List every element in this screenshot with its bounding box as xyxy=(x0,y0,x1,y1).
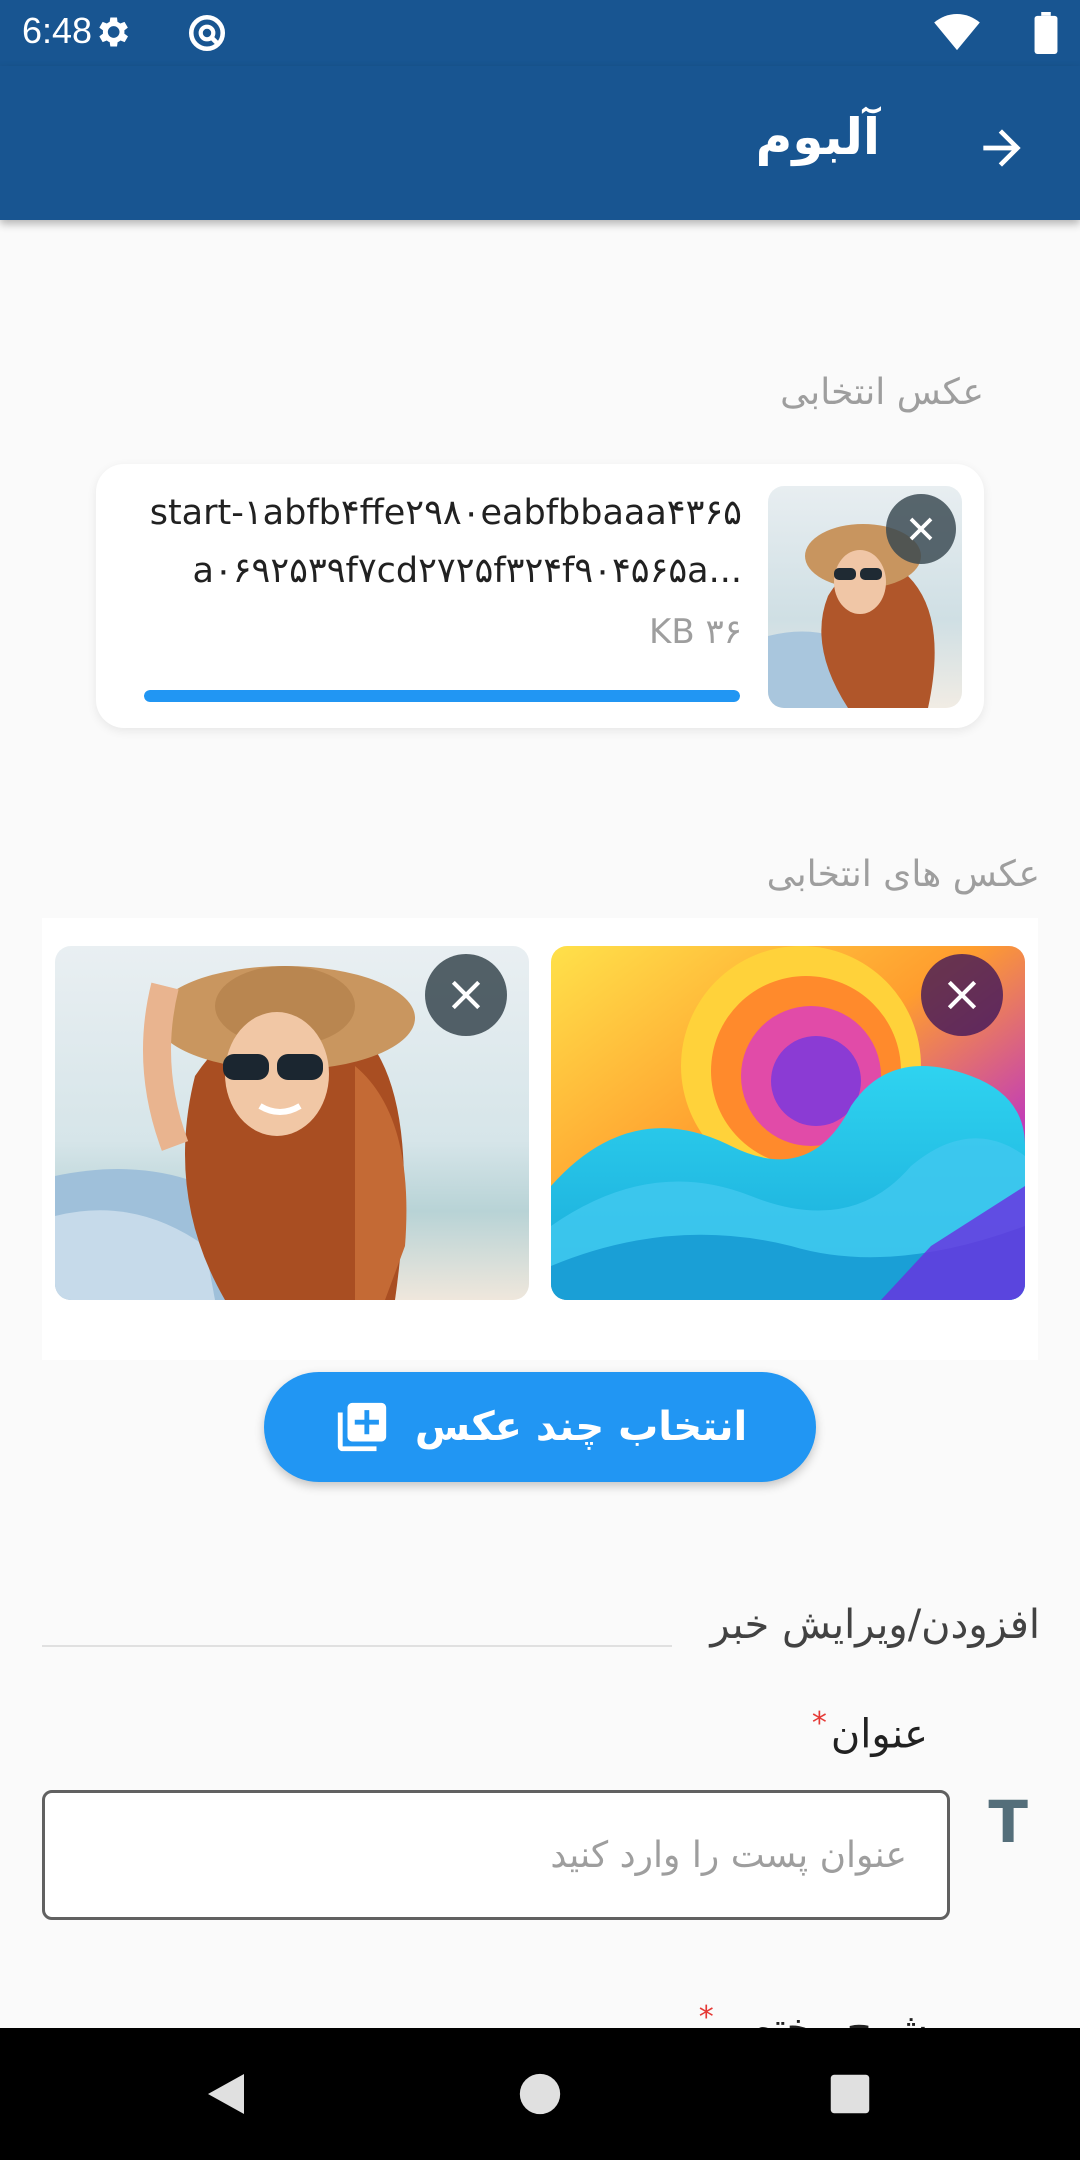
selected-photo-label: عکس انتخابی xyxy=(780,372,984,413)
status-time: 6:48 xyxy=(22,10,93,51)
triangle-back-icon xyxy=(208,2074,244,2114)
navigation-bar xyxy=(0,2028,1080,2160)
text-title-icon: T xyxy=(988,1788,1028,1856)
selected-photos-label: عکس های انتخابی xyxy=(766,854,1040,895)
back-button[interactable] xyxy=(964,110,1040,186)
upload-progress-bar xyxy=(144,690,740,702)
form-heading: افزودن/ویرایش خبر xyxy=(710,1602,1040,1648)
upload-progress-fill xyxy=(144,690,740,702)
upload-thumbnail[interactable] xyxy=(768,486,962,708)
gallery-photo-woman[interactable] xyxy=(55,946,529,1300)
file-name: start-۱abfb۴ffe۲۹۸۰eabfbbaaa۴۳۶۵a۰۶۹۲۵۳۹… xyxy=(149,493,742,591)
title-label-text: عنوان xyxy=(830,1711,928,1758)
select-multiple-label: انتخاب چند عکس xyxy=(414,1404,748,1450)
remove-upload-button[interactable] xyxy=(886,494,956,564)
nav-recents-button[interactable] xyxy=(820,2064,880,2124)
gallery-photo-abstract[interactable] xyxy=(551,946,1025,1300)
close-icon xyxy=(451,980,481,1010)
sync-icon xyxy=(186,12,228,58)
select-multiple-photos-button[interactable]: انتخاب چند عکس xyxy=(264,1372,816,1482)
square-recents-icon xyxy=(830,2074,870,2114)
remove-photo-button[interactable] xyxy=(921,954,1003,1036)
title-field-label: عنوان* xyxy=(812,1706,928,1757)
upload-card: start-۱abfb۴ffe۲۹۸۰eabfbbaaa۴۳۶۵a۰۶۹۲۵۳۹… xyxy=(96,464,984,728)
remove-photo-button[interactable] xyxy=(425,954,507,1036)
nav-back-button[interactable] xyxy=(196,2064,256,2124)
battery-icon xyxy=(1034,12,1058,58)
status-bar: 6:48 xyxy=(0,0,1080,66)
page-title: آلبوم xyxy=(755,108,880,166)
arrow-forward-icon xyxy=(983,129,1021,167)
file-size: KB ۳۶ xyxy=(649,612,742,652)
app-bar: آلبوم xyxy=(0,66,1080,220)
nav-home-button[interactable] xyxy=(510,2064,570,2124)
add-photos-icon xyxy=(337,1402,386,1452)
divider xyxy=(42,1645,672,1647)
close-icon xyxy=(909,517,933,541)
close-icon xyxy=(947,980,977,1010)
gear-icon xyxy=(92,12,132,56)
title-input[interactable] xyxy=(42,1790,950,1920)
photo-gallery xyxy=(42,918,1038,1360)
wifi-icon xyxy=(934,14,980,56)
circle-home-icon xyxy=(519,2073,561,2115)
required-mark: * xyxy=(811,1706,827,1741)
